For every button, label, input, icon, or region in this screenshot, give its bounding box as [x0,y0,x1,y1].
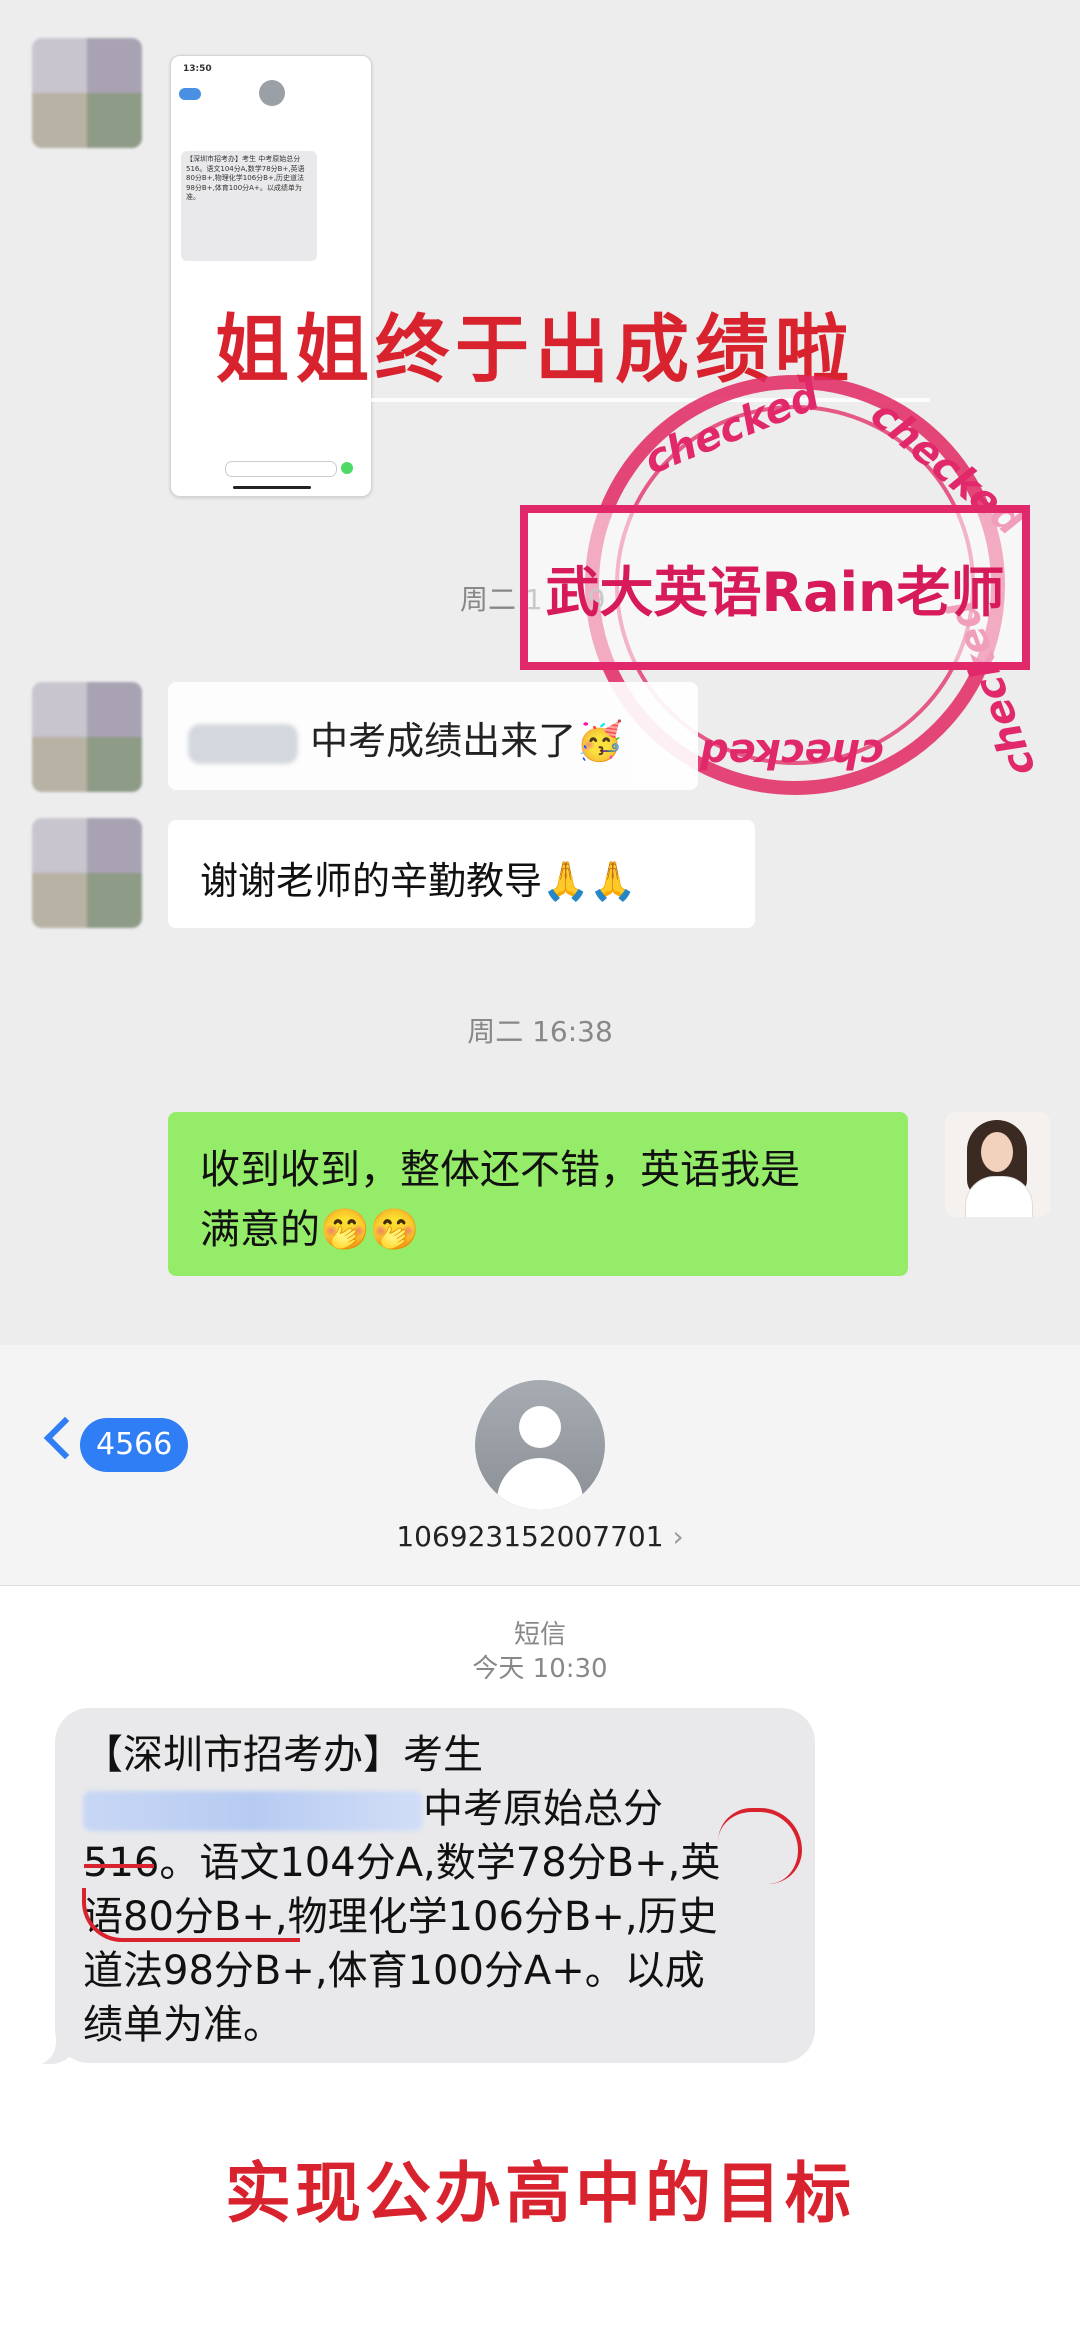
mini-sms-bubble: 【深圳市招考办】考生 中考原始总分516。语文104分A,数学78分B+,英语8… [181,151,317,261]
celebrate-emoji-icon: 🥳 [576,719,624,763]
sms-message-bubble[interactable]: 【深圳市招考办】考生 中考原始总分 516。语文104分A,数学78分B+,英 … [55,1708,815,2063]
red-circle-mark [718,1808,802,1884]
blurred-student-id [83,1791,423,1831]
bottom-caption: 实现公办高中的目标 [225,2155,855,2232]
sms-time-label: 今天 10:30 [472,1654,608,1684]
back-unread-badge[interactable]: 4566 [80,1418,189,1472]
sms-line: 516。语文104分A,数学78分B+,英 [83,1840,721,1886]
chevron-right-icon: › [672,1520,684,1553]
red-underline-mark [84,1864,154,1868]
contact-avatar-blurred[interactable] [32,38,142,148]
sms-contact-number[interactable]: 106923152007701 › [0,1520,1080,1553]
sms-channel-label: 短信 [513,1620,566,1650]
message-bubble[interactable]: 谢谢老师的辛勤教导🙏🙏 [168,820,755,928]
message-bubble[interactable]: 中考成绩出来了🥳 [168,682,698,790]
mini-input-field [225,461,337,477]
sms-contact-avatar-icon[interactable] [475,1380,605,1510]
contact-avatar-blurred[interactable] [32,682,142,792]
mini-status-time: 13:50 [183,64,212,74]
message-text: 收到收到，整体还不错，英语我是 [200,1147,800,1193]
stamp-label-box: 武大英语Rain老师 [520,505,1030,670]
embedded-screenshot[interactable]: 13:50 【深圳市招考办】考生 中考原始总分516。语文104分A,数学78分… [170,55,372,497]
red-circle-mark [82,1888,300,1942]
sms-line: 绩单为准。 [83,2002,283,2048]
blurred-name [188,723,298,764]
message-text: 满意的 [200,1207,320,1253]
sms-line: 中考原始总分 [423,1786,663,1832]
stamp-ring-word: checked [700,730,884,776]
mini-back-icon [179,88,201,100]
sms-line: 【深圳市招考办】考生 [83,1732,483,1778]
shy-emoji-icon: 🤭🤭 [320,1207,420,1253]
mini-home-indicator [233,486,311,489]
outgoing-message-bubble[interactable]: 收到收到，整体还不错，英语我是 满意的🤭🤭 [168,1112,908,1276]
chat-timestamp: 周二 16:38 [467,1015,613,1048]
mini-send-icon [341,462,353,474]
message-text: 中考成绩出来了 [310,719,577,763]
teacher-avatar[interactable] [945,1112,1050,1217]
message-text: 谢谢老师的辛勤教导 [200,859,543,903]
contact-avatar-blurred[interactable] [32,818,142,928]
sms-line: 道法98分B+,体育100分A+。以成 [83,1948,705,1994]
mini-avatar-icon [259,80,285,106]
pray-emoji-icon: 🙏🙏 [542,859,637,903]
stamp-label: 武大英语Rain老师 [545,561,1005,624]
